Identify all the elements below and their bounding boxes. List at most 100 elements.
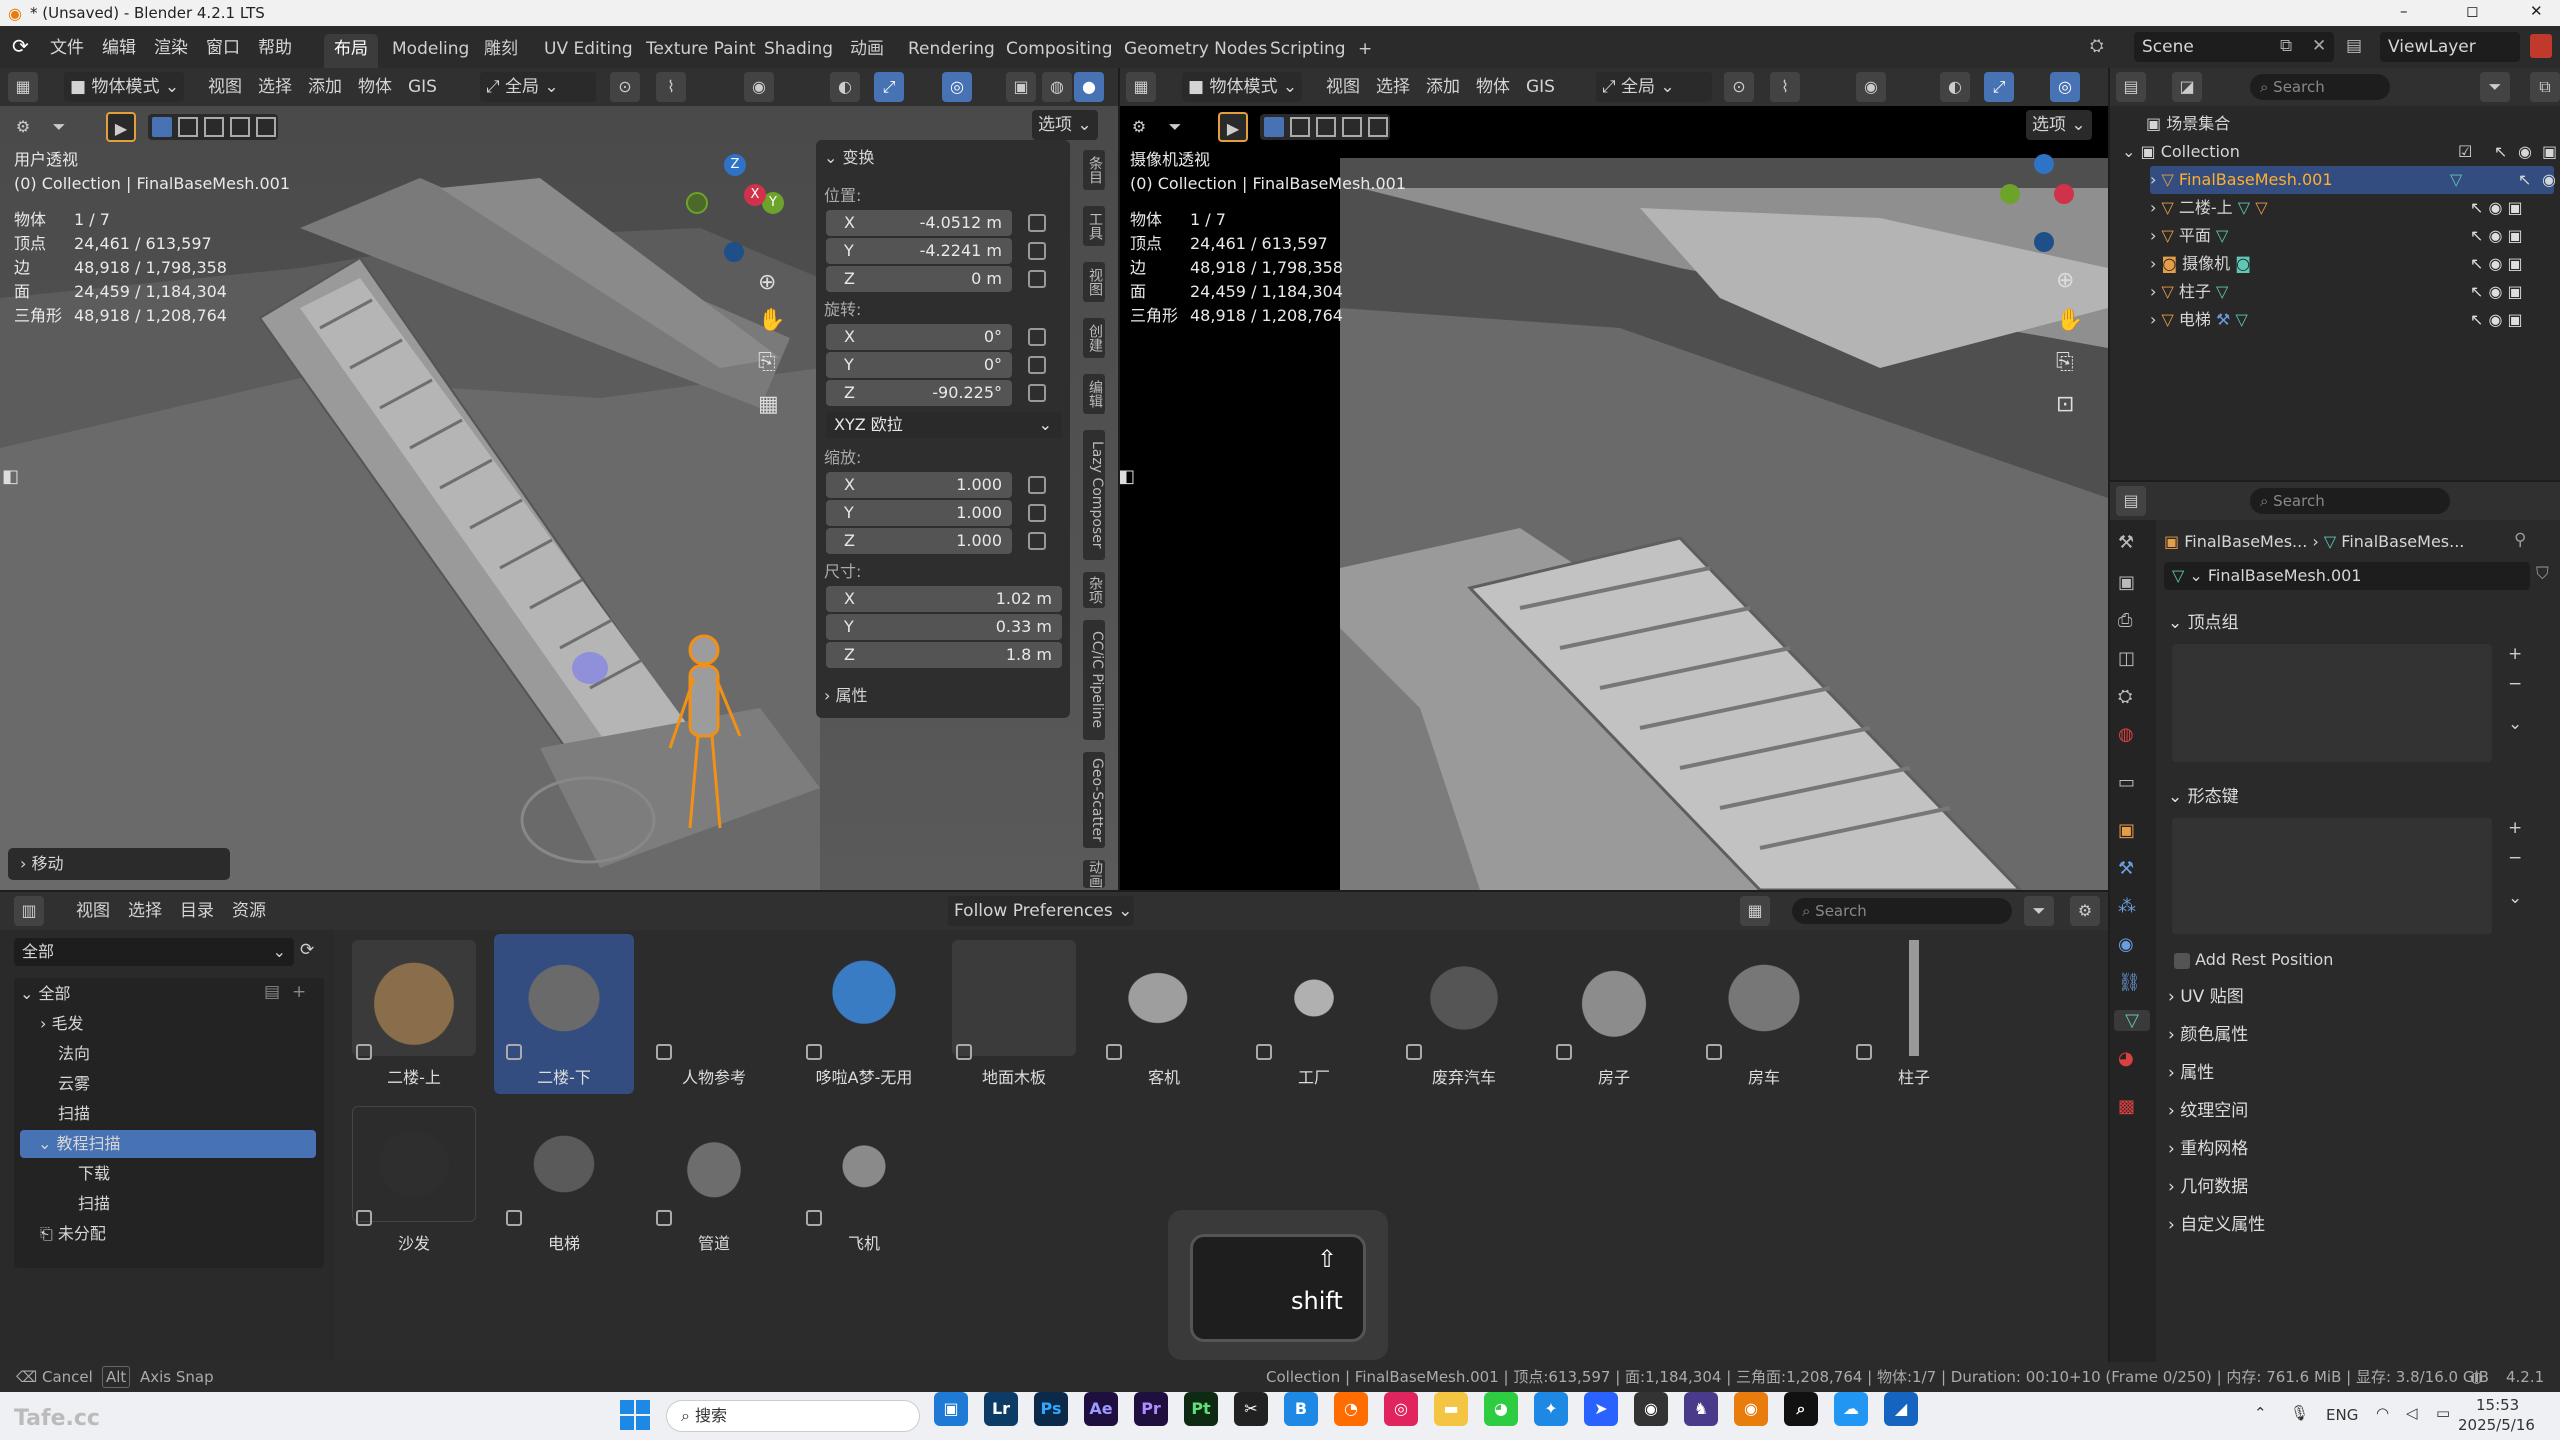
toolbar-toggle-icon[interactable]: ◧ [2, 466, 19, 487]
tab-lazy-composer[interactable]: Lazy Composer [1083, 430, 1105, 560]
tab-animation-side[interactable]: 动画 [1083, 860, 1105, 888]
select-new-icon[interactable] [152, 117, 172, 137]
chevron-up-icon[interactable]: ⌃ [2254, 1404, 2267, 1422]
tab-item[interactable]: 条目 [1083, 150, 1105, 190]
new-collection-icon[interactable]: ⧉ [2530, 72, 2560, 102]
editor-type-icon[interactable]: ▤ [2116, 72, 2146, 102]
view-layer-tab-icon[interactable]: ◫ [2118, 648, 2135, 669]
blender-menu-icon[interactable]: ⟳ [12, 34, 29, 58]
location-z-field[interactable]: Z0 m [826, 266, 1012, 292]
clock-time[interactable]: 15:53 [2476, 1396, 2519, 1414]
menu-help[interactable]: 帮助 [252, 34, 298, 62]
last-operator-panel[interactable]: › 移动 [8, 848, 230, 880]
tab-view[interactable]: 视图 [1083, 262, 1105, 302]
select-tool-icon[interactable]: ▶ [106, 112, 136, 142]
gizmo-icon[interactable]: ⤢ [874, 72, 904, 102]
selectable-icon[interactable]: ↖ [2494, 138, 2507, 166]
toolbar-toggle-icon[interactable]: ◧ [1120, 466, 1135, 487]
refresh-library-icon[interactable]: ⟳ [300, 940, 314, 960]
asset-item[interactable]: 二楼-上 [344, 934, 484, 1094]
lock-icon[interactable] [1028, 242, 1046, 260]
zoom-icon[interactable]: ⊕ [758, 270, 776, 295]
rotation-y-field[interactable]: Y 0° [826, 352, 1012, 378]
netease-music-icon[interactable]: ◎ [1384, 1392, 1418, 1426]
fake-user-shield-icon[interactable]: ⛉ [2536, 564, 2549, 584]
camera-view-icon[interactable]: ⎘ [758, 350, 776, 375]
collection-tab-icon[interactable]: ▭ [2118, 772, 2135, 793]
search-app-icon[interactable]: ⌕ [1784, 1392, 1818, 1426]
remove-vertex-group-button[interactable]: − [2508, 674, 2522, 694]
scene-collection-row[interactable]: ▣ 场景集合 [2146, 110, 2230, 138]
include-checkbox[interactable]: ☑ [2458, 138, 2472, 166]
input-language[interactable]: ENG [2326, 1406, 2358, 1424]
graphics-app-icon[interactable]: ◢ [1884, 1392, 1918, 1426]
delete-scene-icon[interactable]: ✕ [2312, 36, 2326, 56]
visibility-eye-icon[interactable]: ◉ [2518, 138, 2532, 166]
orientation-dropdown[interactable]: ⤢ 全局 ⌄ [480, 72, 596, 102]
custom-properties-section[interactable]: › 自定义属性 [2168, 1210, 2538, 1240]
catalog-item[interactable]: 扫描 [78, 1190, 110, 1218]
navigation-gizmo[interactable]: Z Y X [680, 154, 790, 264]
menu-edit[interactable]: 编辑 [96, 34, 142, 62]
firefox-icon[interactable]: ◔ [1334, 1392, 1368, 1426]
lock-icon[interactable] [1028, 270, 1046, 288]
tab-compositing[interactable]: Compositing [996, 34, 1123, 68]
catalog-item[interactable]: 法向 [58, 1040, 90, 1068]
asset-item[interactable]: 房子 [1544, 934, 1684, 1094]
navigation-gizmo[interactable] [1994, 154, 2094, 254]
visibility-eye-icon[interactable]: ↖ ◉ ▣ [2470, 278, 2550, 306]
pin-icon[interactable]: ⚲ [2514, 530, 2526, 550]
location-y-field[interactable]: Y -4.2241 m [826, 238, 1012, 264]
select-extend-icon[interactable] [178, 117, 198, 137]
gizmo-z-axis[interactable] [2034, 154, 2054, 174]
location-x-field[interactable]: X -4.0512 m [826, 210, 1012, 236]
view-layer-selector[interactable]: ViewLayer [2380, 32, 2520, 62]
scale-x-field[interactable]: X 1.000 [826, 472, 1012, 498]
asset-search[interactable]: ⌕ Search [1792, 898, 2012, 924]
lock-camera-icon[interactable]: ⊡ [2056, 392, 2074, 417]
menu-select[interactable]: 选择 [252, 72, 298, 102]
tab-edit[interactable]: 编辑 [1083, 374, 1105, 414]
menu-gis[interactable]: GIS [1520, 72, 1561, 102]
gizmo-neg-y[interactable] [686, 192, 708, 214]
filter-icon[interactable]: ⏷ [2480, 72, 2510, 102]
minimize-button[interactable]: – [2400, 2, 2408, 20]
rotation-mode-dropdown[interactable]: XYZ 欧拉 ⌄ [826, 412, 1062, 438]
tab-animation[interactable]: 动画 [840, 34, 894, 68]
outliner-search[interactable]: ⌕ Search [2250, 74, 2390, 100]
lock-icon[interactable] [1028, 476, 1046, 494]
rotation-z-field[interactable]: Z -90.225° [826, 380, 1012, 406]
display-mode-icon[interactable]: ◪ [2172, 72, 2202, 102]
render-tab-icon[interactable]: ▣ [2118, 572, 2135, 593]
asset-item[interactable]: 废弃汽车 [1394, 934, 1534, 1094]
menu-assets[interactable]: 资源 [226, 896, 272, 926]
editor-type-icon[interactable]: ▥ [14, 896, 44, 926]
outliner-item[interactable]: › ▽ 平面 ▽ [2150, 222, 2228, 250]
mesh-datablock-field[interactable]: ▽ ⌄ FinalBaseMesh.001 [2164, 562, 2530, 590]
select-intersect-icon[interactable] [1342, 117, 1362, 137]
display-mode-icon[interactable]: ▦ [1740, 896, 1770, 926]
remove-view-layer-icon[interactable] [2530, 34, 2552, 58]
tab-sculpt[interactable]: 雕刻 [474, 34, 528, 68]
maximize-button[interactable]: ◻ [2466, 2, 2478, 20]
view-layer-icon[interactable]: ▤ [2346, 36, 2362, 56]
select-subtract-icon[interactable] [204, 117, 224, 137]
menu-object[interactable]: 物体 [1470, 72, 1516, 102]
tab-scripting[interactable]: Scripting [1260, 34, 1356, 68]
editor-type-icon[interactable]: ▤ [2116, 486, 2146, 516]
viewport-right[interactable]: ▦ ■ 物体模式 ⌄ 视图 选择 添加 物体 GIS ⤢ 全局 ⌄ ⊙ ⌇ ◉ … [1120, 68, 2108, 890]
bilibili-icon[interactable]: B [1284, 1392, 1318, 1426]
vertex-groups-list[interactable] [2172, 644, 2492, 762]
visibility-icon[interactable]: ◐ [1940, 72, 1970, 102]
clock-date[interactable]: 2025/5/16 [2458, 1416, 2535, 1434]
select-mode-group[interactable] [1260, 114, 1390, 140]
volume-icon[interactable]: ◁ [2406, 1404, 2418, 1422]
tab-misc[interactable]: 杂项 [1083, 572, 1105, 608]
object-tab-icon[interactable]: ▣ [2118, 820, 2135, 841]
collection-row[interactable]: ⌄ ▣ Collection ☑ ↖ ◉ ▣ [2122, 138, 2557, 166]
menu-view[interactable]: 视图 [202, 72, 248, 102]
pivot-icon[interactable]: ⊙ [1724, 72, 1754, 102]
tab-cc-pipeline[interactable]: CC/iC Pipeline [1083, 620, 1105, 740]
shape-keys-header[interactable]: ⌄ 形态键 [2168, 782, 2538, 812]
filter-icon[interactable]: ⏷ [1160, 112, 1190, 142]
